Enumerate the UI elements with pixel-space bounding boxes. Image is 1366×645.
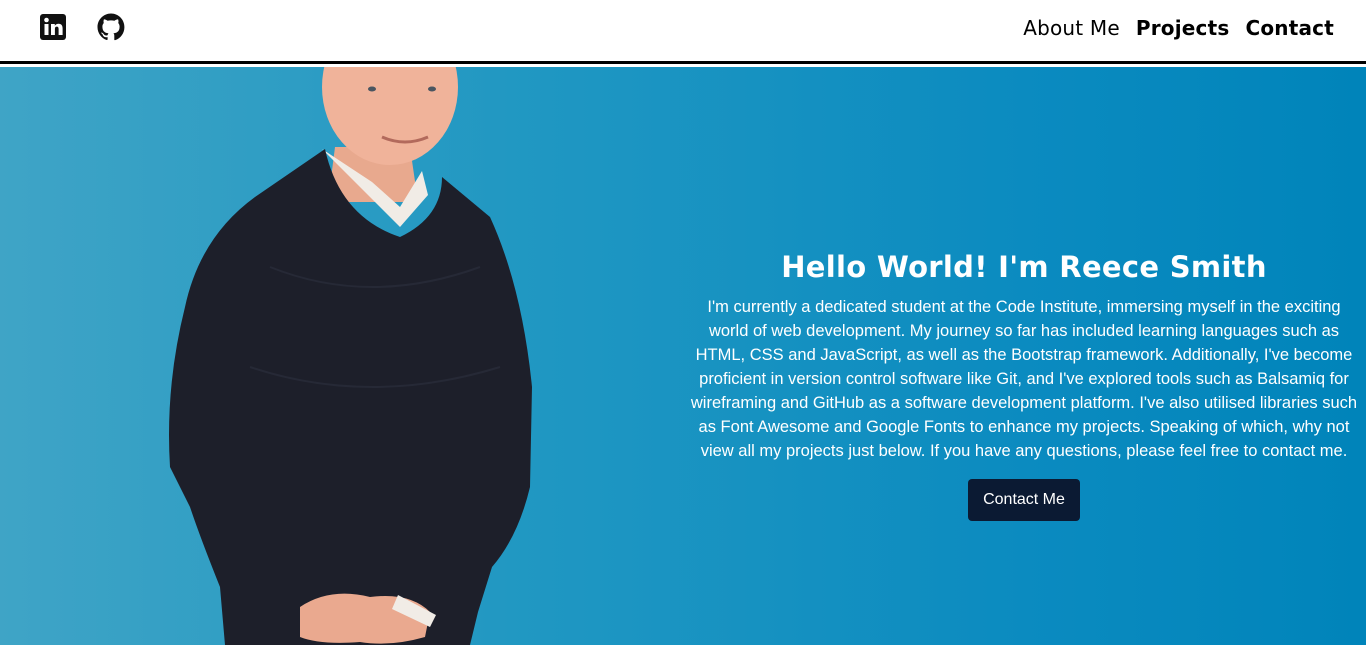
- nav-about-link[interactable]: About Me: [1023, 16, 1120, 40]
- intro-paragraph: I'm currently a dedicated student at the…: [690, 298, 1358, 460]
- contact-me-button[interactable]: Contact Me: [968, 479, 1080, 521]
- github-icon[interactable]: [96, 12, 126, 42]
- nav-contact-link[interactable]: Contact: [1245, 16, 1334, 40]
- top-navbar: About Me Projects Contact: [0, 0, 1366, 64]
- profile-photo: [160, 67, 550, 645]
- nav-projects-link[interactable]: Projects: [1136, 16, 1230, 40]
- hero-heading: Hello World! I'm Reece Smith: [781, 250, 1267, 284]
- linkedin-icon[interactable]: [38, 12, 68, 42]
- intro-block: Hello World! I'm Reece Smith I'm current…: [690, 247, 1358, 521]
- main-nav: About Me Projects Contact: [1023, 16, 1334, 40]
- hero-section: Hello World! I'm Reece Smith I'm current…: [0, 67, 1366, 645]
